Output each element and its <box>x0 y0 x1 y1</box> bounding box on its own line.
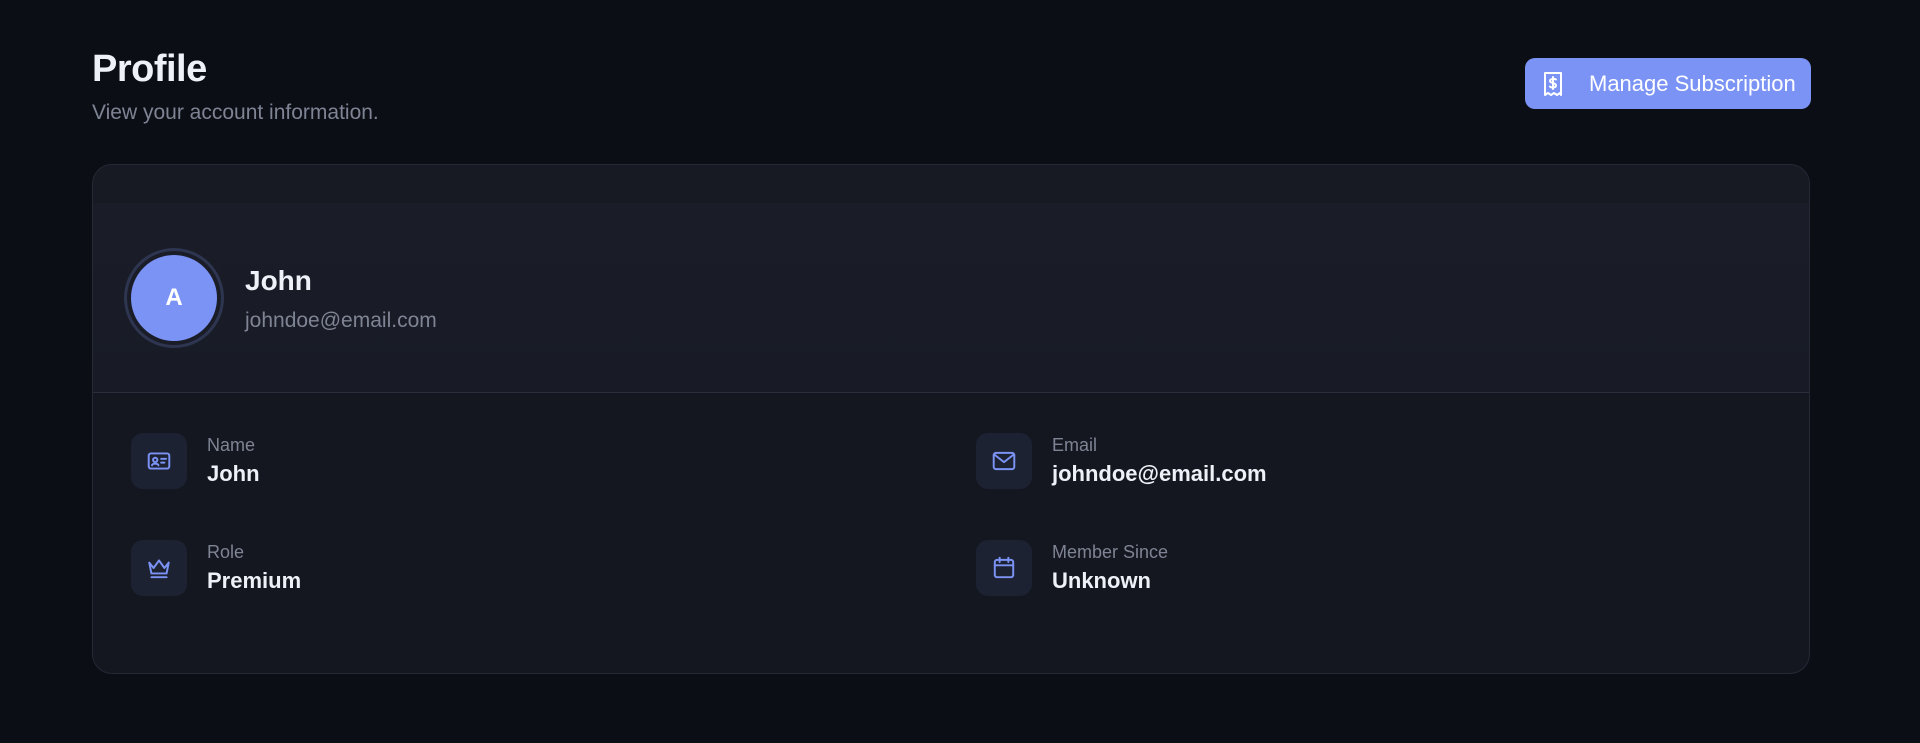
detail-value: Unknown <box>1052 568 1151 593</box>
manage-subscription-button[interactable]: Manage Subscription <box>1525 58 1811 109</box>
detail-role: Role Premium <box>131 540 301 596</box>
calendar-icon <box>976 540 1032 596</box>
detail-value: johndoe@email.com <box>1052 461 1267 486</box>
detail-label: Role <box>207 542 245 562</box>
detail-value: Premium <box>207 568 302 593</box>
avatar: A <box>127 251 221 345</box>
detail-label: Name <box>207 435 256 455</box>
page-title: Profile <box>92 48 207 90</box>
profile-email: johndoe@email.com <box>245 309 437 332</box>
mail-icon <box>976 433 1032 489</box>
id-card-icon <box>131 433 187 489</box>
detail-email: Email johndoe@email.com <box>976 433 1267 489</box>
page-subtitle: View your account information. <box>92 101 379 124</box>
profile-hero: A John johndoe@email.com <box>93 165 1809 393</box>
detail-label: Member Since <box>1052 542 1169 562</box>
profile-name: John <box>245 265 312 296</box>
detail-name: Name John <box>131 433 260 489</box>
detail-value: John <box>207 461 260 486</box>
manage-subscription-label: Manage Subscription <box>1589 70 1796 96</box>
crown-icon <box>131 540 187 596</box>
detail-label: Email <box>1052 435 1098 455</box>
detail-member-since: Member Since Unknown <box>976 540 1168 596</box>
profile-card: A John johndoe@email.com Name John Email… <box>92 164 1810 674</box>
profile-page: Profile View your account information. M… <box>0 0 1920 743</box>
receipt-dollar-icon <box>1539 70 1567 98</box>
page-header: Profile View your account information. <box>92 46 379 126</box>
